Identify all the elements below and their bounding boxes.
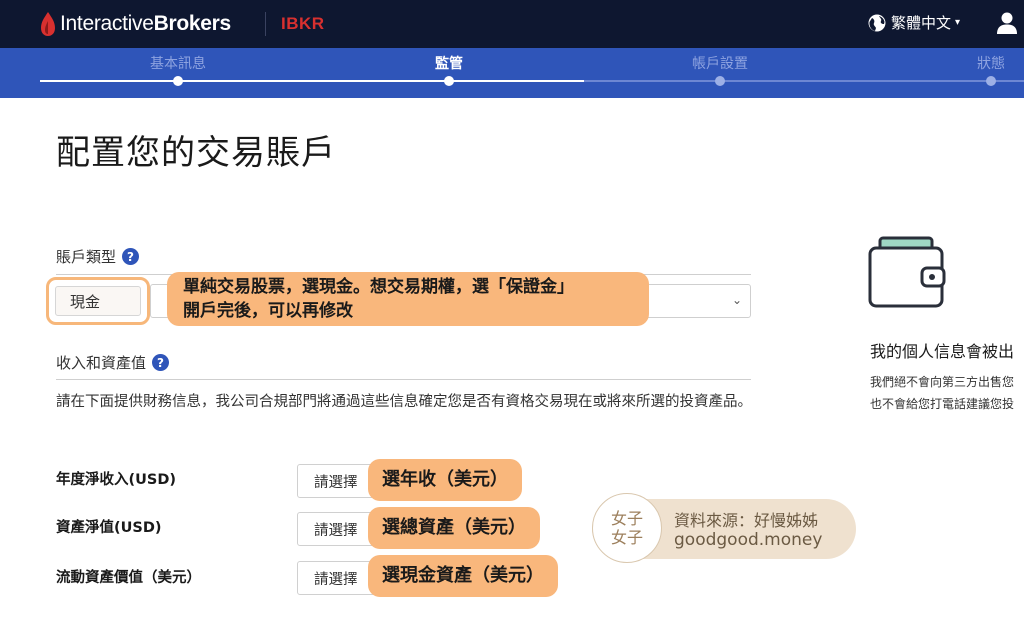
annotation-line: 開戶完後，可以再修改 — [183, 301, 353, 321]
logo-text-light: Interactive — [60, 12, 154, 35]
annotation-line: 單純交易股票，選現金。想交易期權，選「保證金」 — [183, 277, 574, 297]
step-dot — [986, 76, 996, 86]
net-worth-select[interactable]: 請選擇 — [297, 512, 379, 546]
step-status[interactable]: 狀態 — [911, 48, 1024, 86]
account-type-label: 賬戶類型 ? — [56, 246, 140, 267]
step-regulatory[interactable]: 監管 — [369, 48, 529, 86]
step-label: 帳戶設置 — [692, 56, 748, 72]
net-worth-label: 資產淨值(USD) — [56, 520, 162, 536]
seal-text: 女子 — [610, 509, 643, 528]
account-type-annotation: 單純交易股票，選現金。想交易期權，選「保證金」 開戶完後，可以再修改 — [167, 272, 649, 326]
annual-income-annotation: 選年收（美元） — [368, 459, 522, 501]
divider — [56, 379, 751, 380]
top-navigation-bar: InteractiveBrokers IBKR 繁體中文 ▾ — [0, 0, 1024, 48]
watermark-seal: 女子 女子 — [592, 493, 662, 563]
step-dot — [444, 76, 454, 86]
caret-down-icon: ▾ — [955, 17, 961, 28]
step-dot — [173, 76, 183, 86]
globe-icon — [868, 14, 886, 31]
ticker-label: IBKR — [281, 14, 325, 33]
logo-text-bold: Brokers — [153, 12, 232, 35]
logo-text: InteractiveBrokers — [60, 12, 231, 36]
liquid-assets-select[interactable]: 請選擇 — [297, 561, 379, 595]
step-dot — [715, 76, 725, 86]
source-watermark: 女子 女子 資料來源：好慢姊姊 goodgood.money — [592, 493, 856, 563]
flame-logo-icon — [41, 12, 55, 36]
privacy-title: 我的個人信息會被出 — [870, 342, 1015, 361]
logo-divider — [265, 12, 266, 36]
privacy-line: 也不會給您打電話建議您投 — [870, 397, 1015, 411]
language-selector[interactable]: 繁體中文 ▾ — [868, 12, 960, 33]
financial-info-description: 請在下面提供財務信息，我公司合規部門將通過這些信息確定您是否有資格交易現在或將來… — [56, 394, 752, 410]
interactive-brokers-logo[interactable]: InteractiveBrokers — [40, 10, 231, 38]
progress-stepper: 基本訊息 監管 帳戶設置 狀態 — [0, 48, 1024, 98]
account-type-value[interactable]: 現金 — [55, 286, 141, 316]
privacy-text: 我們絕不會向第三方出售您 也不會給您打電話建議您投 — [870, 371, 1014, 415]
stepper-track-completed — [40, 80, 584, 82]
privacy-line: 我們絕不會向第三方出售您 — [870, 375, 1015, 389]
help-icon[interactable]: ? — [122, 248, 140, 265]
account-type-label-text: 賬戶類型 — [56, 248, 117, 266]
chevron-down-icon: ⌄ — [731, 293, 742, 307]
income-assets-label-text: 收入和資產值 — [56, 354, 147, 372]
step-account-setup[interactable]: 帳戶設置 — [640, 48, 800, 86]
seal-text: 女子 — [610, 528, 643, 547]
liquid-assets-label: 流動資產價值（美元） — [56, 570, 201, 586]
watermark-url: goodgood.money — [674, 530, 823, 550]
net-worth-annotation: 選總資產（美元） — [368, 507, 540, 549]
language-label: 繁體中文 — [891, 14, 952, 32]
annual-income-select[interactable]: 請選擇 — [297, 464, 379, 498]
income-assets-label: 收入和資產值 ? — [56, 352, 170, 373]
liquid-assets-annotation: 選現金資產（美元） — [368, 555, 558, 597]
wallet-icon — [868, 236, 946, 308]
step-label: 監管 — [435, 56, 463, 72]
watermark-source: 資料來源：好慢姊姊 — [674, 511, 819, 530]
account-type-highlight: 現金 — [46, 277, 150, 325]
annual-income-label: 年度淨收入(USD) — [56, 472, 177, 488]
step-label: 基本訊息 — [150, 56, 206, 72]
help-icon[interactable]: ? — [152, 354, 170, 371]
user-account-icon[interactable] — [996, 11, 1018, 35]
step-basic-info[interactable]: 基本訊息 — [98, 48, 258, 86]
step-label: 狀態 — [977, 56, 1005, 72]
page-title: 配置您的交易賬戶 — [56, 133, 336, 173]
